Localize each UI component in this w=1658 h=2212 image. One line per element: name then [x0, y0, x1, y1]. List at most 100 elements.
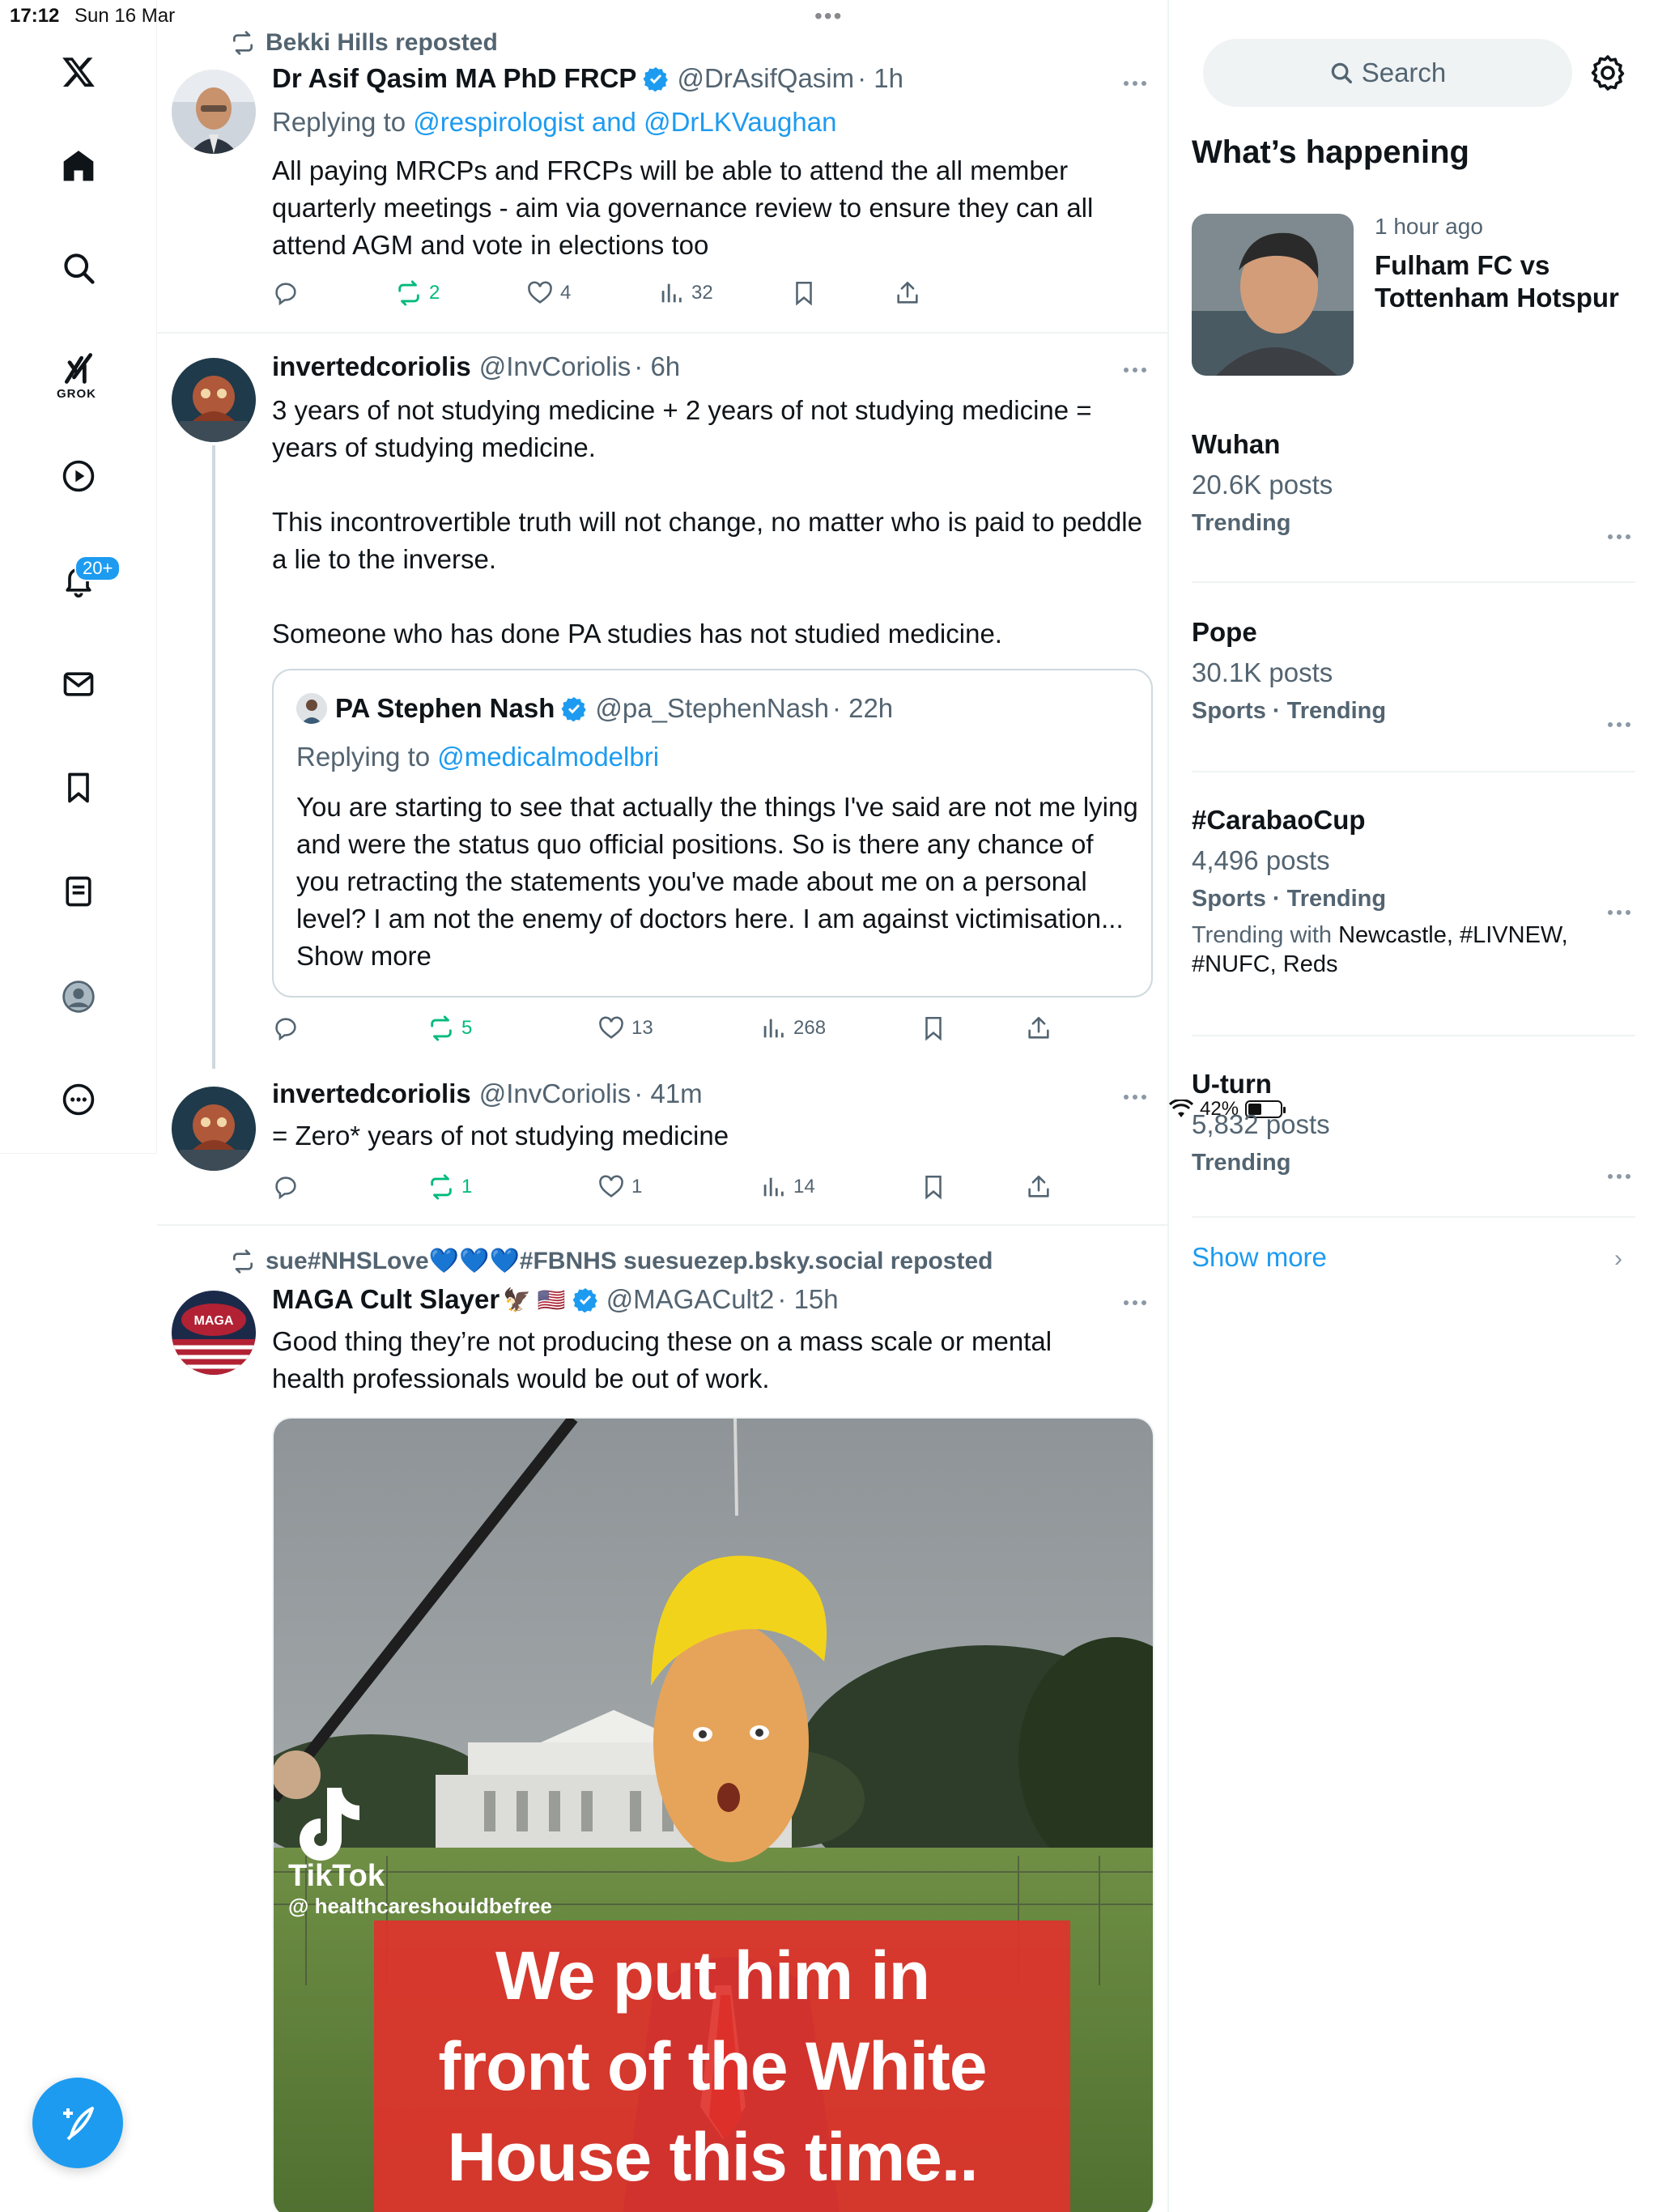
views-count: 14 — [793, 1176, 815, 1197]
reply-button[interactable] — [272, 1169, 300, 1205]
quote-replying-prefix: Replying to — [296, 742, 438, 772]
trend-divider — [1192, 1035, 1635, 1036]
bookmarks-icon[interactable] — [50, 759, 107, 816]
repost-button[interactable]: 1 — [427, 1169, 472, 1205]
bookmark-button[interactable] — [920, 1169, 947, 1205]
trend-category: Trending — [1192, 1150, 1291, 1176]
lists-icon[interactable] — [50, 863, 107, 920]
tweet-actions: 2 4 32 — [272, 275, 1106, 311]
video-caption-line: House this time.. — [447, 2119, 978, 2195]
quill-plus-icon — [63, 2107, 94, 2141]
show-more-link[interactable]: Show more — [1192, 1242, 1327, 1273]
heart-icon — [599, 1175, 623, 1197]
trend-more-button[interactable] — [1603, 713, 1635, 737]
repost-button[interactable]: 2 — [395, 275, 440, 311]
reply-button[interactable] — [272, 1010, 300, 1046]
repost-icon — [233, 31, 253, 55]
author-handle[interactable]: @InvCoriolis — [479, 351, 631, 382]
video-play-icon[interactable] — [50, 448, 107, 504]
trending-event[interactable]: 1 hour ago Fulham FC vs Tottenham Hotspu… — [1192, 214, 1642, 376]
trend-more-button[interactable] — [1603, 1164, 1635, 1189]
trend-category: Sports · Trending — [1192, 698, 1387, 724]
explore-search-icon[interactable] — [50, 240, 107, 296]
bookmark-button[interactable] — [790, 275, 818, 311]
trend-posts: 20.6K posts — [1192, 470, 1333, 500]
replying-to-link[interactable]: @respirologist and @DrLKVaughan — [413, 107, 836, 137]
views-chart-icon — [661, 283, 682, 303]
tweet-time[interactable]: · 15h — [777, 1284, 838, 1315]
trend-posts: 30.1K posts — [1192, 657, 1333, 687]
views-count: 268 — [793, 1017, 827, 1039]
tweet-more-button[interactable] — [1119, 1291, 1151, 1315]
compose-post-button[interactable] — [32, 2078, 123, 2168]
quote-replying-link[interactable]: @medicalmodelbri — [437, 742, 659, 772]
trend-item[interactable]: Pope 30.1K posts Sports · Trending — [1192, 617, 1635, 727]
bookmark-icon — [796, 281, 812, 306]
home-icon[interactable] — [50, 138, 107, 194]
profile-avatar-icon[interactable] — [50, 968, 107, 1025]
avatar[interactable] — [172, 1087, 256, 1171]
reply-button[interactable] — [272, 275, 300, 311]
replying-prefix: Replying to — [272, 107, 414, 137]
trend-more-button[interactable] — [1603, 525, 1635, 549]
avatar[interactable]: MAGA — [172, 1291, 256, 1375]
author-name[interactable]: invertedcoriolis — [272, 1078, 471, 1109]
trend-item[interactable]: #CarabaoCup 4,496 posts Sports · Trendin… — [1192, 805, 1635, 979]
trend-divider — [1192, 771, 1635, 772]
search-input[interactable]: Search — [1203, 39, 1572, 107]
tweet-actions: 1 1 14 — [272, 1169, 1106, 1205]
verified-badge-icon — [572, 1288, 597, 1312]
author-handle[interactable]: @MAGACult2 — [606, 1284, 775, 1315]
heart-icon — [599, 1016, 623, 1039]
quote-text: You are starting to see that actually th… — [296, 792, 1138, 971]
author-name[interactable]: invertedcoriolis — [272, 351, 471, 382]
grok-label: GROK — [57, 387, 96, 401]
tweet-media-video[interactable]: TikTok @ healthcareshouldbefree We put h… — [272, 1417, 1154, 2212]
name-emoji: 🦅 🇺🇸 — [503, 1287, 566, 1312]
avatar-text: MAGA — [194, 1314, 234, 1328]
trend-item[interactable]: Wuhan 20.6K posts Trending — [1192, 429, 1635, 539]
tweet-text: All paying MRCPs and FRCPs will be able … — [272, 155, 1101, 260]
views-button[interactable]: 268 — [759, 1010, 826, 1046]
views-button[interactable]: 14 — [759, 1169, 815, 1205]
section-title: What’s happening — [1192, 134, 1469, 170]
trend-item[interactable]: U-turn 5,832 posts Trending — [1192, 1069, 1635, 1179]
tweet-time[interactable]: · 6h — [634, 351, 680, 382]
quoted-tweet[interactable]: PA Stephen Nash @pa_StephenNash · 22h Re… — [272, 669, 1153, 998]
trend-posts: 5,832 posts — [1192, 1109, 1330, 1139]
author-name[interactable]: Dr Asif Qasim MA PhD FRCP — [272, 63, 636, 94]
tweet-time[interactable]: · 41m — [634, 1078, 702, 1109]
repost-count: 1 — [461, 1176, 473, 1197]
like-button[interactable]: 13 — [597, 1010, 653, 1046]
repost-button[interactable]: 5 — [427, 1010, 472, 1046]
tweet-time[interactable]: · 1h — [857, 63, 903, 94]
author-handle[interactable]: @InvCoriolis — [479, 1078, 631, 1109]
tweet-more-button[interactable] — [1119, 358, 1151, 382]
like-count: 13 — [631, 1017, 653, 1039]
share-button[interactable] — [1025, 1010, 1052, 1046]
tweet-more-button[interactable] — [1119, 1085, 1151, 1109]
like-button[interactable]: 1 — [597, 1169, 642, 1205]
x-logo-icon[interactable] — [50, 44, 107, 100]
bookmark-button[interactable] — [920, 1010, 947, 1046]
tweet-more-button[interactable] — [1119, 71, 1151, 96]
avatar[interactable] — [172, 358, 256, 442]
settings-gear-icon[interactable] — [1588, 53, 1627, 92]
quote-author-handle: @pa_StephenNash — [595, 693, 829, 723]
right-sidebar: Search What’s happening 1 hour ago Fulha… — [1169, 0, 1658, 2212]
repost-count: 5 — [461, 1017, 473, 1039]
messages-envelope-icon[interactable] — [50, 656, 107, 713]
like-button[interactable]: 4 — [526, 275, 571, 311]
author-handle[interactable]: @DrAsifQasim — [677, 63, 854, 94]
share-button[interactable] — [894, 275, 921, 311]
views-button[interactable]: 32 — [657, 275, 713, 311]
author-name[interactable]: MAGA Cult Slayer — [272, 1284, 500, 1315]
trend-more-button[interactable] — [1603, 900, 1635, 925]
more-circle-icon[interactable] — [50, 1071, 107, 1128]
tiktok-handle: @ healthcareshouldbefree — [288, 1894, 552, 1918]
share-button[interactable] — [1025, 1169, 1052, 1205]
reply-icon — [275, 1176, 296, 1200]
repost-icon — [431, 1015, 452, 1041]
avatar[interactable] — [172, 70, 256, 154]
quote-author-name: PA Stephen Nash — [335, 693, 555, 723]
